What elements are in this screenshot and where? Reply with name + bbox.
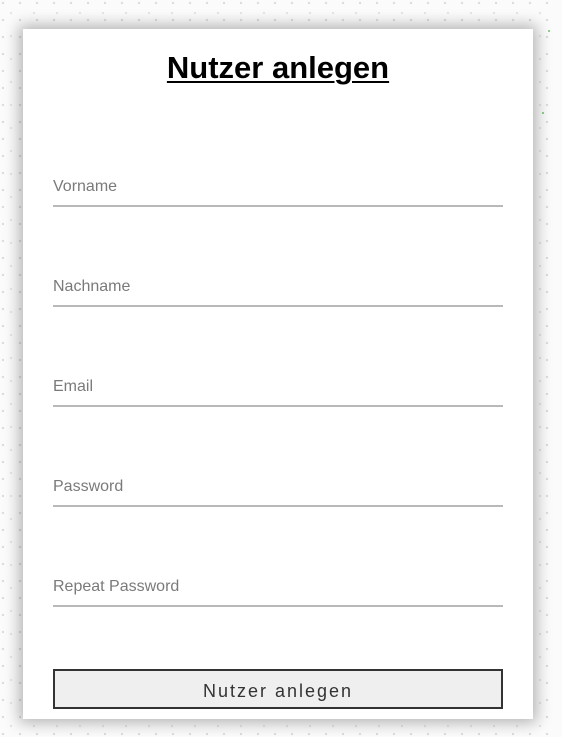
- page-title: Nutzer anlegen: [166, 50, 390, 85]
- first-name-field-wrapper: [53, 169, 503, 207]
- background-speck: [548, 30, 550, 32]
- repeat-password-field-wrapper: [53, 569, 503, 607]
- email-input[interactable]: [53, 369, 503, 407]
- create-user-button[interactable]: Nutzer anlegen: [53, 669, 503, 709]
- background-speck: [542, 112, 544, 114]
- last-name-field-wrapper: [53, 269, 503, 307]
- create-user-card: Nutzer anlegen Nutzer anlegen: [23, 29, 533, 719]
- email-field-wrapper: [53, 369, 503, 407]
- password-field-wrapper: [53, 469, 503, 507]
- last-name-input[interactable]: [53, 269, 503, 307]
- repeat-password-input[interactable]: [53, 569, 503, 607]
- password-input[interactable]: [53, 469, 503, 507]
- first-name-input[interactable]: [53, 169, 503, 207]
